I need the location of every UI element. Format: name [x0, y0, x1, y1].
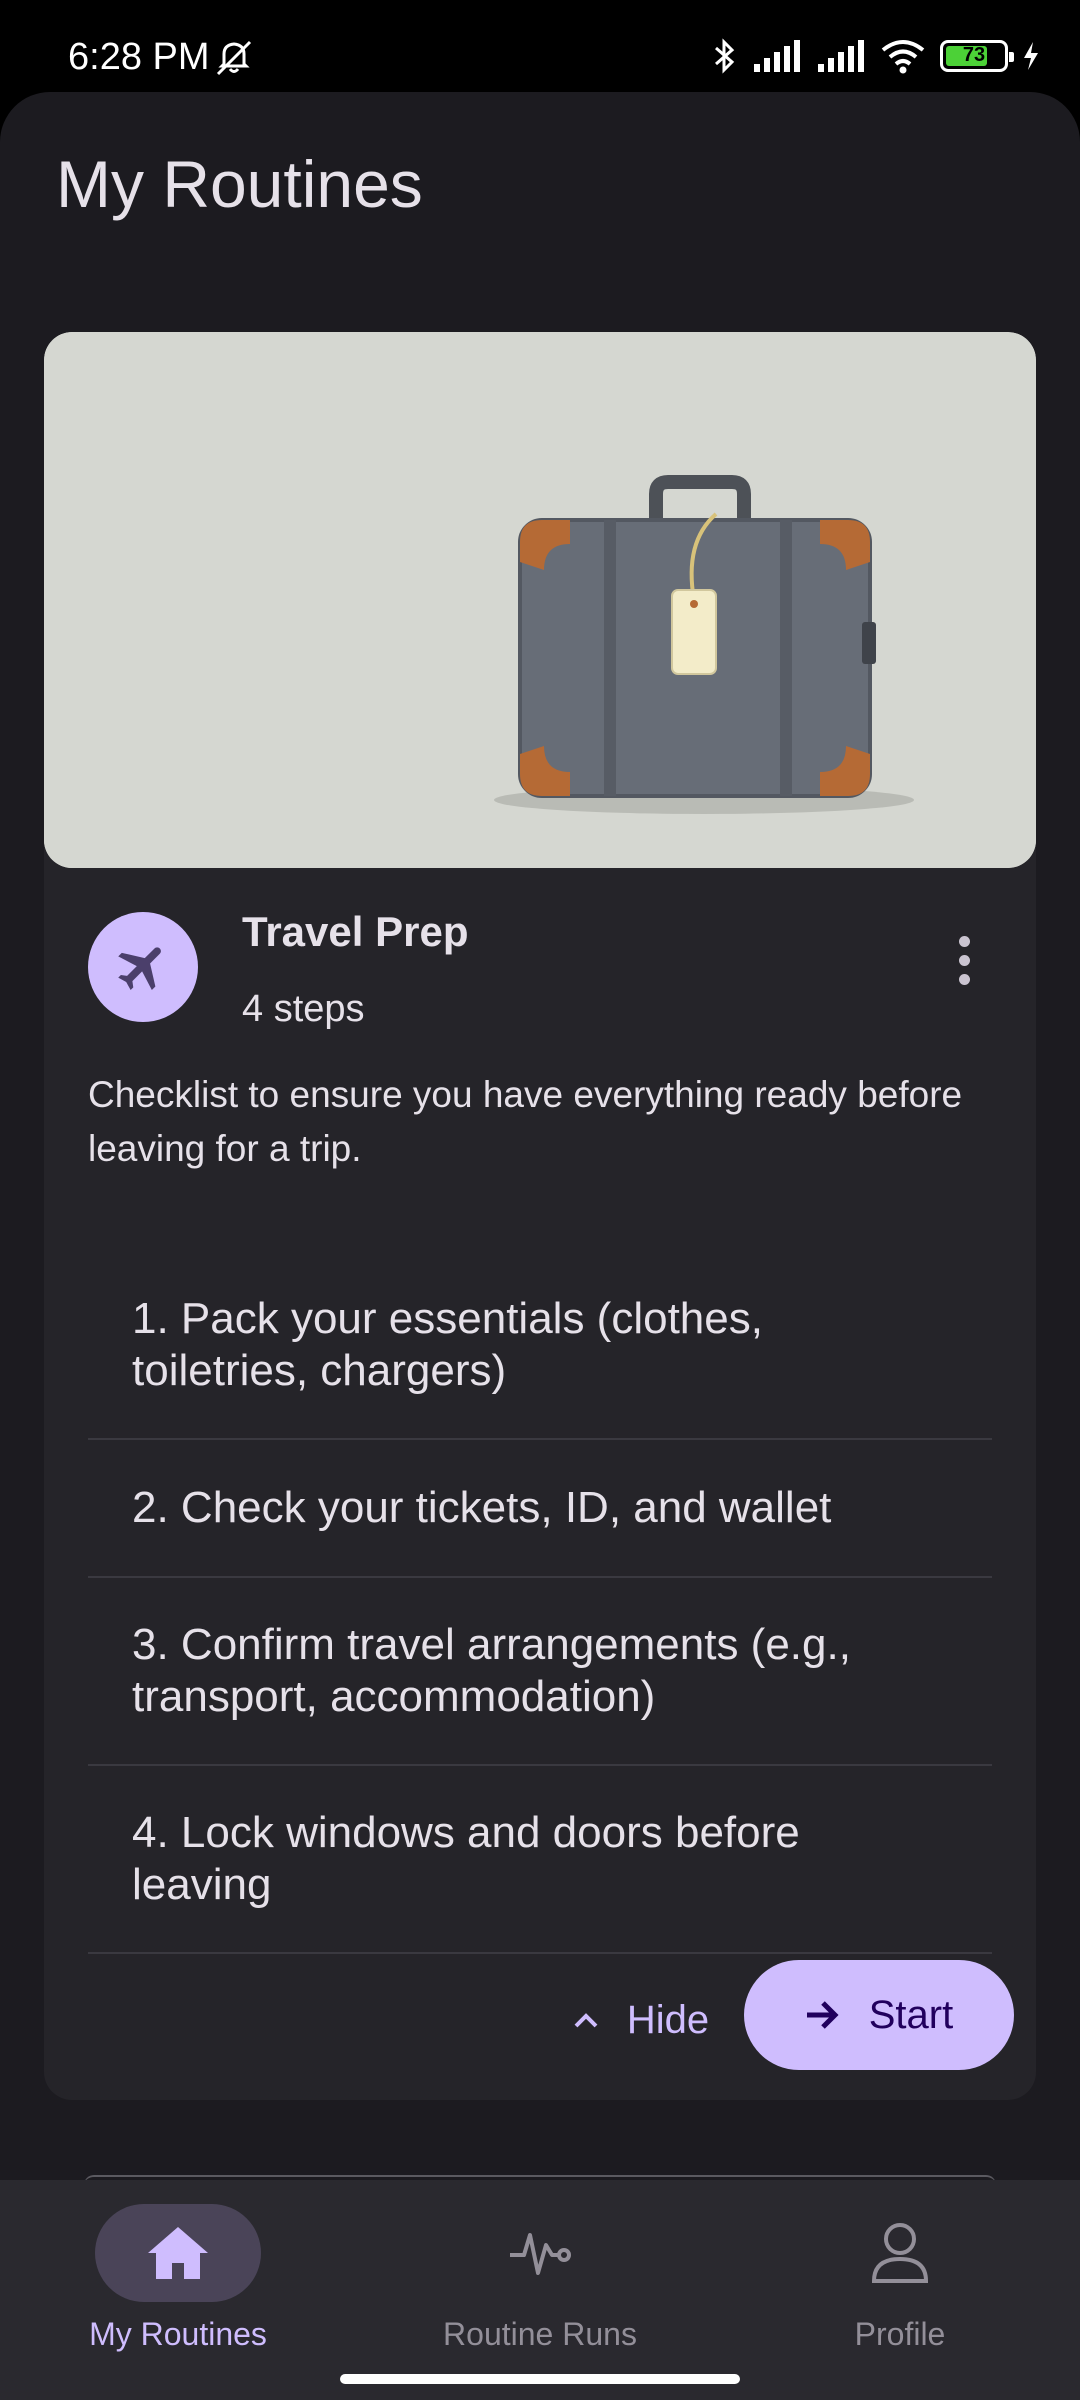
status-icons: 73	[712, 34, 1040, 78]
suitcase-illustration	[44, 332, 1036, 868]
nav-label: Profile	[854, 2316, 946, 2352]
kebab-dot	[958, 973, 970, 985]
page-title: My Routines	[56, 147, 423, 221]
step-text: 1. Pack your essentials (clothes, toilet…	[132, 1294, 763, 1395]
routine-image	[44, 332, 1036, 868]
routine-card[interactable]: Travel Prep 4 steps Checklist to ensure …	[44, 332, 1036, 2100]
routine-step-count: 4 steps	[242, 988, 365, 1030]
step-text: 2. Check your tickets, ID, and wallet	[132, 1483, 832, 1532]
charging-icon	[1024, 42, 1038, 70]
chevron-up-icon	[574, 2013, 598, 2028]
nav-profile[interactable]: Profile	[760, 2204, 1040, 2364]
more-options-icon[interactable]	[942, 928, 986, 992]
step-item: 3. Confirm travel arrangements (e.g., tr…	[88, 1578, 992, 1766]
nav-pill	[457, 2204, 623, 2302]
wifi-icon	[881, 40, 925, 74]
start-button-label: Start	[868, 1992, 954, 2037]
home-icon	[148, 2227, 208, 2279]
mute-icon	[216, 40, 252, 76]
nav-label: My Routines	[89, 2316, 267, 2352]
step-item: 2. Check your tickets, ID, and wallet	[88, 1440, 992, 1578]
routine-title: Travel Prep	[242, 908, 469, 955]
battery-level: 73	[962, 44, 986, 66]
routine-avatar	[88, 912, 198, 1022]
start-button[interactable]: Start	[744, 1960, 1014, 2070]
signal-icon	[754, 40, 800, 72]
battery-icon: 73	[940, 40, 1014, 72]
app-screen: My Routines Travel Prep 4 steps Checklis…	[0, 92, 1080, 2400]
status-time: 6:28 PM	[68, 36, 210, 78]
home-indicator	[340, 2374, 740, 2384]
nav-routine-runs[interactable]: Routine Runs	[400, 2204, 680, 2364]
step-text: 3. Confirm travel arrangements (e.g., tr…	[132, 1620, 851, 1721]
battery-tip	[1009, 52, 1014, 62]
routine-description: Checklist to ensure you have everything …	[88, 1074, 963, 1169]
step-item: 4. Lock windows and doors before leaving	[88, 1766, 992, 1954]
status-bar: 6:28 PM 73	[0, 0, 1080, 92]
nav-pill	[817, 2204, 983, 2302]
nav-label: Routine Runs	[443, 2316, 637, 2352]
hide-button-label: Hide	[626, 1997, 710, 2042]
nav-my-routines[interactable]: My Routines	[38, 2204, 318, 2364]
airplane-icon	[118, 947, 161, 990]
person-icon	[871, 2223, 929, 2283]
arrow-right-icon	[806, 2001, 839, 2029]
hide-button[interactable]: Hide	[520, 1968, 760, 2072]
kebab-dot	[958, 954, 970, 966]
routine-steps-list: 1. Pack your essentials (clothes, toilet…	[88, 1252, 992, 1954]
bottom-navigation: My Routines Routine Runs Profile	[0, 2180, 1080, 2400]
signal-icon	[818, 40, 864, 72]
activity-icon	[510, 2233, 571, 2275]
kebab-dot	[958, 935, 970, 947]
nav-pill	[95, 2204, 261, 2302]
step-item: 1. Pack your essentials (clothes, toilet…	[88, 1252, 992, 1440]
bluetooth-icon	[715, 38, 735, 74]
step-text: 4. Lock windows and doors before leaving	[132, 1808, 800, 1909]
